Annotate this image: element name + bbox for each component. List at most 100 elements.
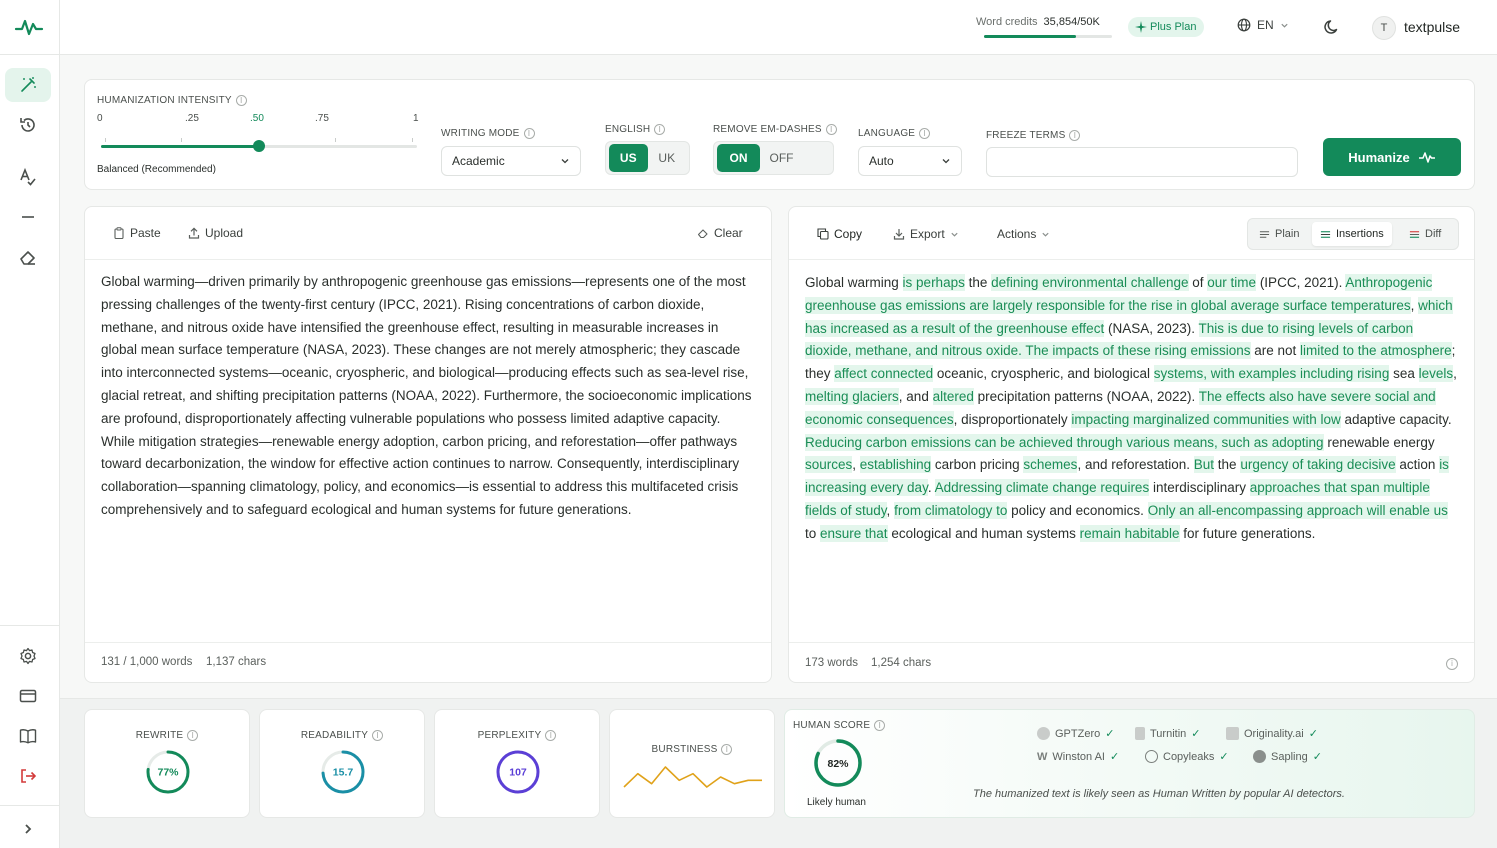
detector-name: GPTZero xyxy=(1055,727,1101,740)
info-icon[interactable]: i xyxy=(1069,130,1081,141)
info-icon[interactable]: i xyxy=(187,730,199,741)
view-plain-label: Plain xyxy=(1275,228,1300,240)
rewrite-label: REWRITE i xyxy=(85,730,249,741)
kept-text: , and xyxy=(898,388,933,404)
info-icon[interactable]: i xyxy=(545,730,557,741)
kept-text: interdisciplinary xyxy=(1149,480,1250,496)
info-icon[interactable]: i xyxy=(825,124,837,135)
sidebar-item-humanize[interactable] xyxy=(5,68,51,102)
inserted-text: Reducing carbon emissions can be achieve… xyxy=(805,433,1324,451)
sidebar-item-grammar[interactable] xyxy=(5,160,51,194)
kept-text: , xyxy=(1410,297,1419,313)
paste-button[interactable]: Paste xyxy=(113,226,161,240)
input-text-area[interactable]: Global warming—driven primarily by anthr… xyxy=(101,271,757,522)
kept-text: action xyxy=(1395,457,1440,473)
burstiness-metric: BURSTINESS i xyxy=(609,709,775,818)
view-diff-option[interactable]: Diff xyxy=(1401,222,1449,246)
emdash-toggle: ON OFF xyxy=(713,141,834,175)
detector-sapling: Sapling ✓ xyxy=(1253,750,1322,763)
writing-mode-select[interactable]: Academic xyxy=(441,146,581,176)
intensity-slider-thumb[interactable] xyxy=(253,140,265,152)
avatar-initial: T xyxy=(1380,22,1388,34)
chevron-down-icon xyxy=(942,159,950,164)
view-plain-option[interactable]: Plain xyxy=(1251,222,1307,246)
sidebar-item-history[interactable] xyxy=(5,108,51,142)
sparkle-icon xyxy=(1135,21,1147,33)
readability-metric: READABILITY i 15.7 xyxy=(259,709,425,818)
perplexity-ring: 107 xyxy=(496,750,540,794)
kept-text: sea xyxy=(1389,366,1419,382)
detector-turnitin: Turnitin ✓ xyxy=(1135,727,1201,740)
english-uk-option[interactable]: UK xyxy=(648,144,687,172)
english-us-option[interactable]: US xyxy=(609,144,648,172)
info-icon[interactable]: i xyxy=(721,744,733,755)
info-icon[interactable]: i xyxy=(1446,658,1458,670)
tick-50: .50 xyxy=(250,113,264,124)
kept-text: (IPCC, 2021). xyxy=(1256,275,1346,290)
inserted-text: schemes xyxy=(1023,456,1078,474)
language-select[interactable]: Auto xyxy=(858,146,962,176)
emdash-on-option[interactable]: ON xyxy=(717,144,760,172)
tick-25: .25 xyxy=(185,113,199,124)
sidebar-item-settings[interactable] xyxy=(5,639,51,673)
sidebar-expand-button[interactable] xyxy=(5,812,51,846)
english-toggle: US UK xyxy=(605,141,690,175)
info-icon[interactable]: i xyxy=(372,730,384,741)
upload-icon xyxy=(188,227,200,239)
avatar[interactable]: T xyxy=(1372,16,1396,40)
dash-icon xyxy=(22,216,34,218)
inserted-text: sources xyxy=(805,456,853,474)
clear-button[interactable]: Clear xyxy=(697,226,743,240)
sidebar-item-eraser[interactable] xyxy=(5,240,51,274)
kept-text: , xyxy=(852,457,860,473)
inserted-text: affect connected xyxy=(834,365,934,383)
language-selector[interactable]: EN xyxy=(1237,18,1289,32)
winston-icon: W xyxy=(1037,750,1048,763)
sidebar-item-minus[interactable] xyxy=(5,200,51,234)
slider-tickmark xyxy=(181,138,182,142)
actions-button[interactable]: Actions xyxy=(997,227,1050,241)
kept-text: policy and economics. xyxy=(1007,502,1148,518)
chevron-down-icon xyxy=(951,232,958,237)
emdash-off-option[interactable]: OFF xyxy=(760,144,803,172)
export-button[interactable]: Export xyxy=(893,227,959,241)
username[interactable]: textpulse xyxy=(1404,19,1460,35)
writing-mode-value: Academic xyxy=(452,154,505,168)
moon-icon[interactable] xyxy=(1322,17,1342,37)
inserted-text: defining environmental challenge xyxy=(991,274,1189,291)
sidebar-item-logout[interactable] xyxy=(5,759,51,793)
plan-badge[interactable]: Plus Plan xyxy=(1128,17,1205,37)
view-insertions-option[interactable]: Insertions xyxy=(1312,222,1392,246)
perplexity-value: 107 xyxy=(509,767,527,779)
sidebar-divider xyxy=(0,805,60,806)
magic-wand-icon xyxy=(21,77,36,92)
lines-icon xyxy=(1259,230,1270,238)
readability-label: READABILITY i xyxy=(260,730,424,741)
kept-text: to xyxy=(805,525,821,541)
pulse-logo-icon[interactable] xyxy=(14,14,44,40)
info-icon[interactable]: i xyxy=(235,95,247,106)
intensity-slider[interactable] xyxy=(101,140,417,152)
detector-winston: W Winston AI ✓ xyxy=(1037,750,1119,764)
intensity-slider-fill xyxy=(101,145,259,148)
humanize-button[interactable]: Humanize xyxy=(1323,138,1461,176)
burstiness-label: BURSTINESS i xyxy=(610,744,774,755)
info-icon[interactable]: i xyxy=(874,720,886,731)
info-icon[interactable]: i xyxy=(919,128,931,139)
output-text-area[interactable]: Global warming is perhaps the defining e… xyxy=(805,272,1461,546)
perplexity-label-text: PERPLEXITY xyxy=(477,730,542,741)
info-icon[interactable]: i xyxy=(654,124,666,135)
freeze-terms-input[interactable] xyxy=(986,147,1298,177)
sidebar-item-docs[interactable] xyxy=(5,719,51,753)
plan-label: Plus Plan xyxy=(1150,21,1197,33)
detector-name: Winston AI xyxy=(1052,750,1105,763)
burstiness-line xyxy=(623,766,762,788)
word-credits-bar xyxy=(984,35,1112,38)
output-char-count: 1,254 chars xyxy=(871,657,932,669)
copy-button[interactable]: Copy xyxy=(817,227,862,241)
kept-text: , and reforestation. xyxy=(1077,457,1194,473)
word-credits: Word credits 35,854/50K xyxy=(976,16,1100,28)
sidebar-item-billing[interactable] xyxy=(5,679,51,713)
upload-button[interactable]: Upload xyxy=(188,226,243,240)
info-icon[interactable]: i xyxy=(523,128,535,139)
